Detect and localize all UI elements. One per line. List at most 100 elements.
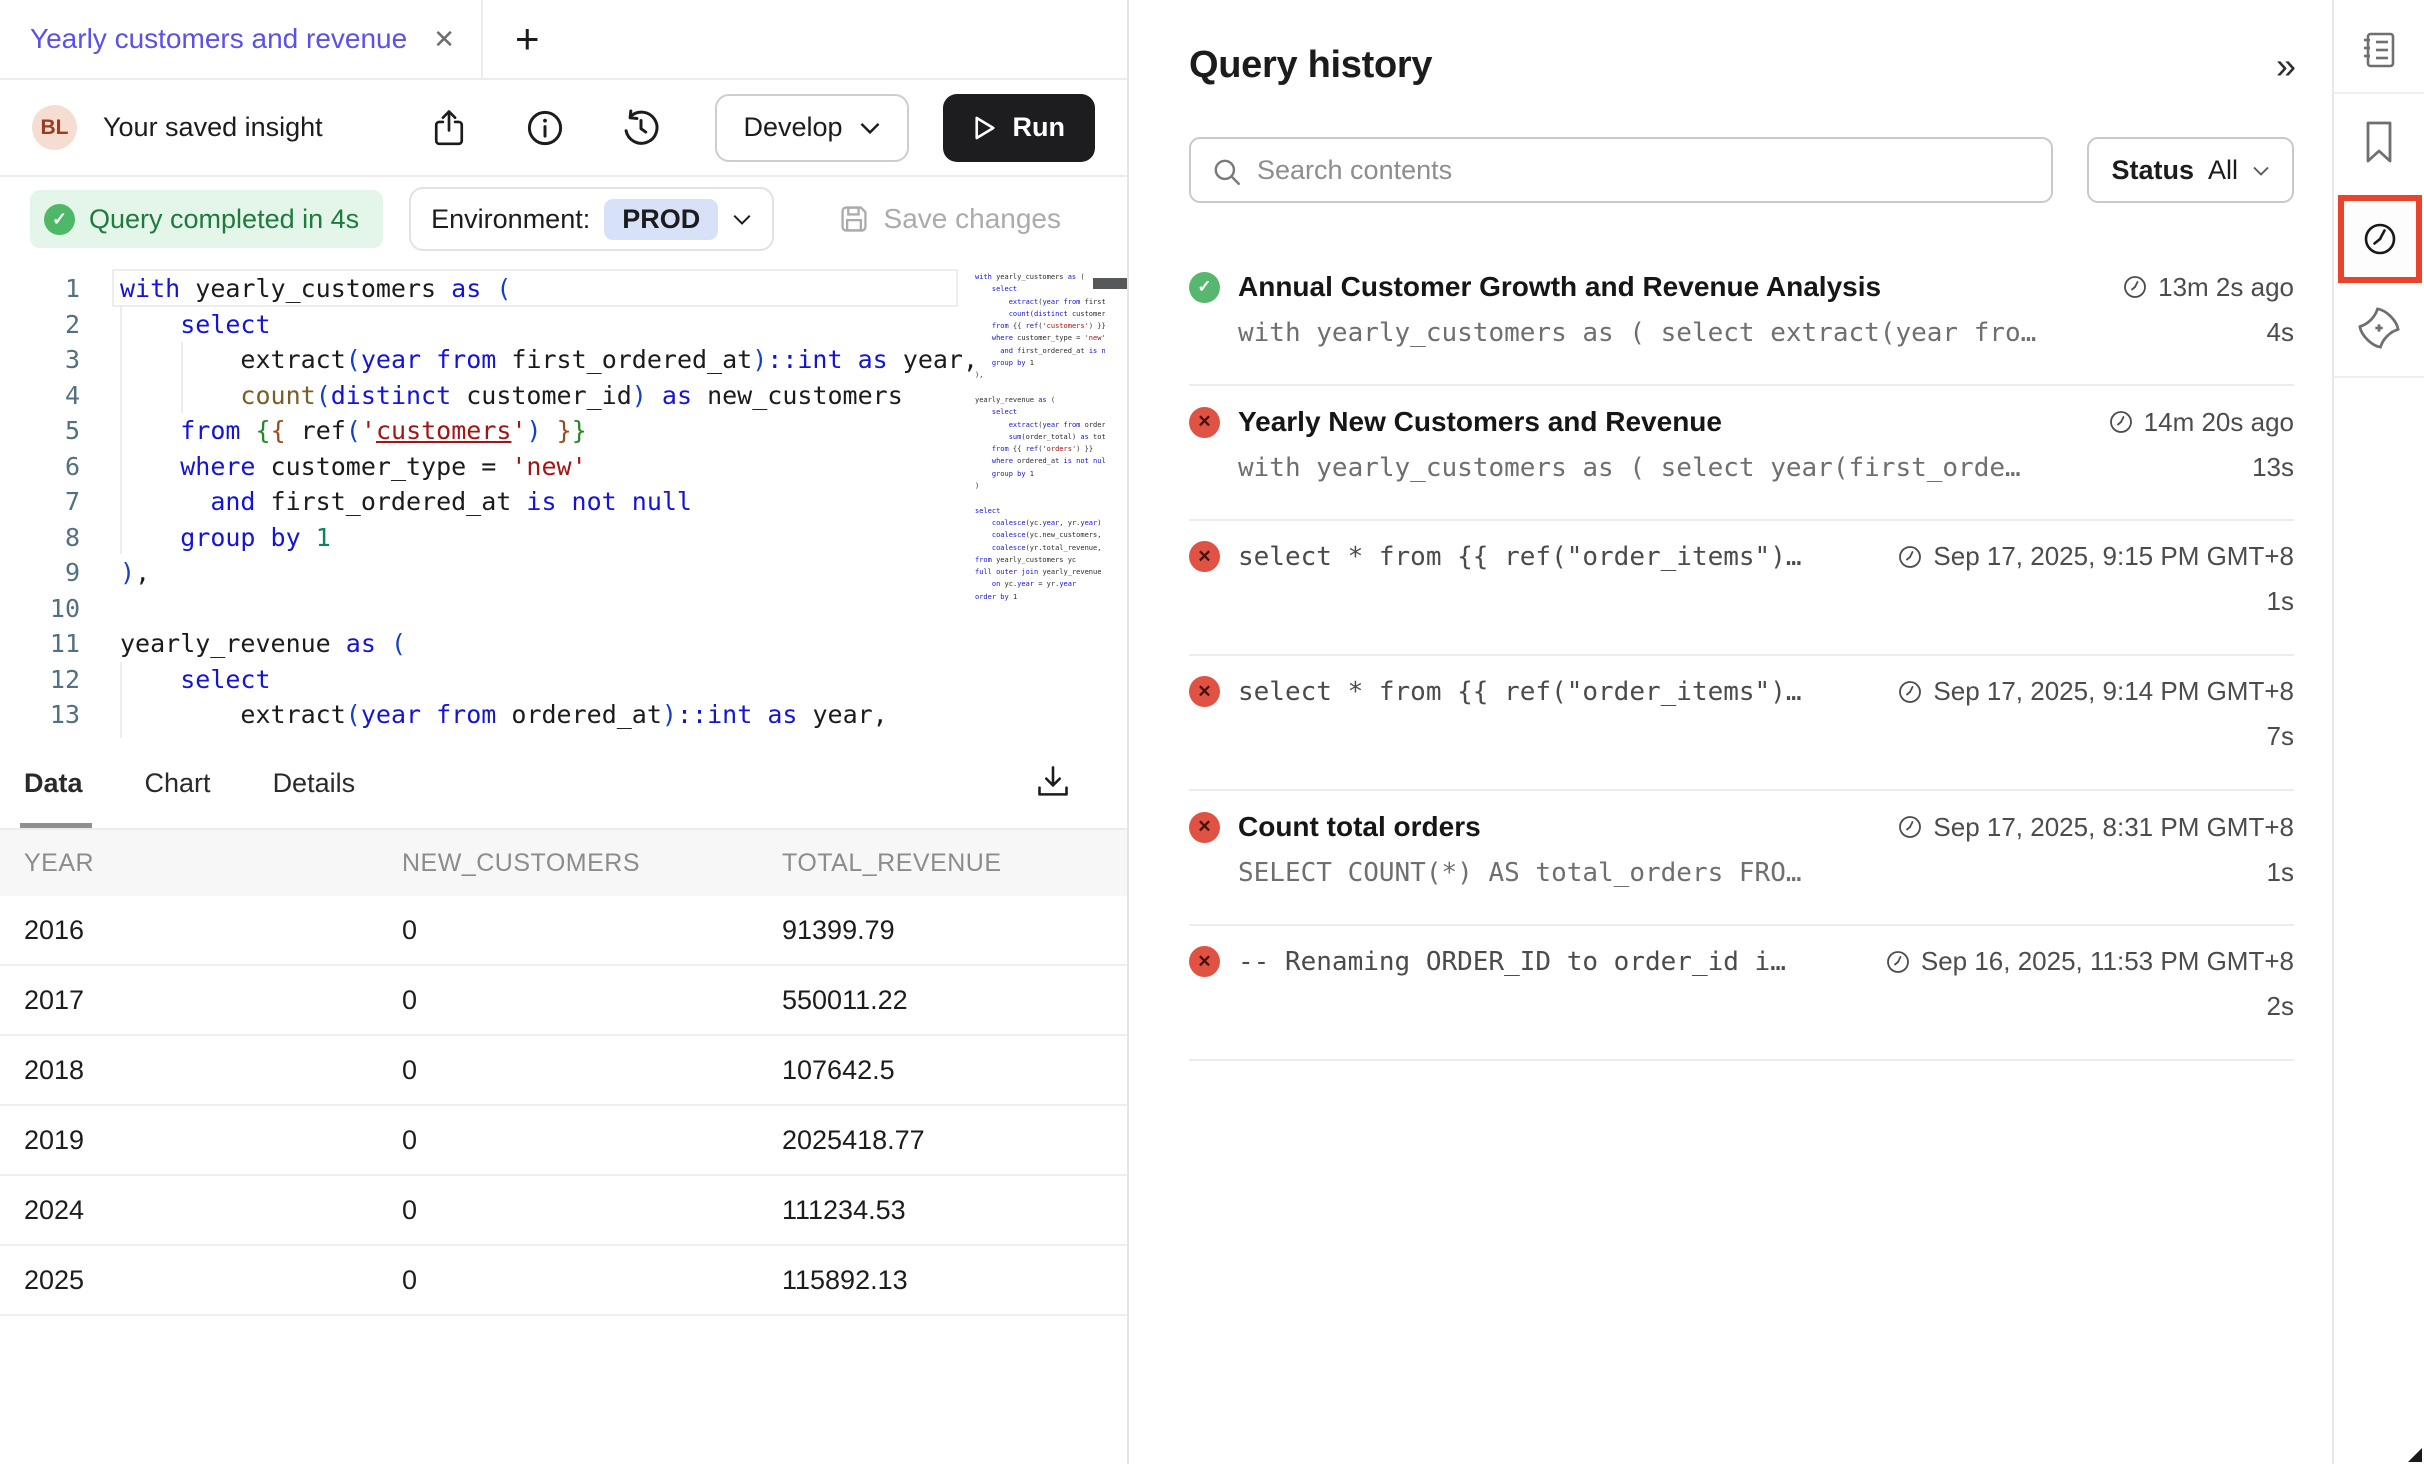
line-number: 9 [0, 555, 80, 590]
query-status-text: Query completed in 4s [89, 204, 359, 235]
column-header: NEW_CUSTOMERS [402, 849, 782, 878]
line-number: 5 [0, 413, 80, 448]
minimap[interactable]: with yearly_customers as ( select extrac… [975, 263, 1105, 738]
share-icon[interactable] [427, 106, 471, 150]
search-input[interactable] [1191, 139, 2051, 201]
query-history-item[interactable]: ✕Yearly New Customers and Revenue14m 20s… [1189, 386, 2294, 521]
minimap-line: order by 1 [975, 591, 1105, 603]
minimap-line: where ordered_at is not null [975, 455, 1105, 467]
workspace-panel: Yearly customers and revenue ✕ + BL Your… [0, 0, 1129, 1464]
query-history-item[interactable]: ✕-- Renaming ORDER_ID to order_id i…Sep … [1189, 926, 2294, 1061]
table-row: 20240111234.53 [0, 1176, 1127, 1246]
line-number: 12 [0, 662, 80, 697]
develop-label: Develop [743, 112, 842, 143]
query-history-item-title: select * from {{ ref("order_items")… [1238, 542, 1802, 572]
tab-title: Yearly customers and revenue [30, 23, 407, 55]
query-history-item-time: 13m 2s ago [2122, 272, 2294, 303]
minimap-line: coalesce(yc.year, yr.year) as year, [975, 517, 1105, 529]
save-changes-label: Save changes [884, 203, 1061, 235]
query-history-tool-active[interactable] [2338, 195, 2422, 283]
query-history-item-duration: 1s [2267, 586, 2294, 617]
window-resize-handle[interactable] [2408, 1448, 2422, 1462]
line-number: 4 [0, 378, 80, 413]
query-history-panel: Query history » Status All ✓Annual Custo… [1131, 0, 2330, 1464]
code-line: where customer_type = 'new' [120, 449, 587, 484]
environment-value-chip: PROD [604, 199, 718, 240]
lineage-icon[interactable] [2334, 300, 2424, 356]
code-line: ), [120, 555, 150, 590]
results-tab-data[interactable]: Data [24, 738, 83, 828]
query-history-item[interactable]: ✕select * from {{ ref("order_items")…Sep… [1189, 656, 2294, 791]
table-cell: 2025418.77 [782, 1125, 1127, 1156]
results-tab-bar: Data Chart Details [0, 738, 1127, 828]
line-number: 7 [0, 484, 80, 519]
download-icon[interactable] [1035, 764, 1071, 800]
minimap-line: coalesce(yc.new_customers, 0) as new_cus… [975, 529, 1105, 541]
table-cell: 2019 [24, 1125, 402, 1156]
line-number: 1 [0, 271, 80, 306]
table-row: 20170550011.22 [0, 966, 1127, 1036]
tab-yearly-customers-and-revenue[interactable]: Yearly customers and revenue ✕ [0, 0, 483, 78]
status-filter-label: Status [2111, 155, 2194, 186]
query-history-item-duration: 13s [2252, 452, 2294, 483]
table-cell: 115892.13 [782, 1265, 1127, 1296]
table-cell: 0 [402, 1125, 782, 1156]
code-line: select [120, 662, 271, 697]
code-line: extract(year from first_ordered_at)::int… [120, 342, 978, 377]
develop-button[interactable]: Develop [715, 94, 908, 162]
query-history-item-time: Sep 17, 2025, 9:15 PM GMT+8 [1897, 541, 2294, 572]
avatar: BL [32, 105, 77, 150]
table-cell: 2018 [24, 1055, 402, 1086]
query-history-item[interactable]: ✓Annual Customer Growth and Revenue Anal… [1189, 251, 2294, 386]
minimap-line: from {{ ref('orders') }} [975, 443, 1105, 455]
status-error-icon: ✕ [1189, 676, 1220, 707]
notebook-icon[interactable] [2334, 22, 2424, 78]
sql-code-editor[interactable]: 12345678910111213 with yearly_customers … [0, 263, 1127, 738]
query-history-item-sql: SELECT COUNT(*) AS total_orders FRO… [1238, 858, 1802, 888]
collapse-panel-icon[interactable]: » [2276, 45, 2294, 87]
query-status-pill: ✓ Query completed in 4s [30, 190, 383, 248]
version-history-icon[interactable] [619, 106, 663, 150]
code-line: select [120, 307, 271, 342]
minimap-line: ), [975, 369, 1105, 381]
run-button[interactable]: Run [943, 94, 1095, 162]
table-cell: 0 [402, 985, 782, 1016]
environment-selector[interactable]: Environment: PROD [409, 187, 774, 251]
table-cell: 111234.53 [782, 1195, 1127, 1226]
table-cell: 550011.22 [782, 985, 1127, 1016]
minimap-line: group by 1 [975, 357, 1105, 369]
query-history-title: Query history [1189, 44, 1432, 87]
query-history-item-sql: with yearly_customers as ( select year(f… [1238, 453, 2021, 483]
tab-close-icon[interactable]: ✕ [433, 24, 455, 55]
tab-bar: Yearly customers and revenue ✕ + [0, 0, 1127, 80]
query-history-item[interactable]: ✕Count total ordersSep 17, 2025, 8:31 PM… [1189, 791, 2294, 926]
minimap-line: ) [975, 480, 1105, 492]
editor-scrollbar-thumb[interactable] [1093, 278, 1127, 289]
line-number: 2 [0, 307, 80, 342]
query-history-item-title: Count total orders [1238, 811, 1481, 843]
results-tab-details[interactable]: Details [273, 738, 356, 828]
table-cell: 0 [402, 1195, 782, 1226]
minimap-line: from {{ ref('customers') }} [975, 320, 1105, 332]
query-history-item[interactable]: ✕select * from {{ ref("order_items")…Sep… [1189, 521, 2294, 656]
divider [2334, 92, 2424, 94]
minimap-line: group by 1 [975, 468, 1105, 480]
query-history-item-time: Sep 16, 2025, 11:53 PM GMT+8 [1885, 946, 2294, 977]
insight-header: BL Your saved insight Devel [0, 80, 1127, 177]
query-history-item-duration: 7s [2267, 721, 2294, 752]
table-cell: 0 [402, 1265, 782, 1296]
bookmark-icon[interactable] [2334, 114, 2424, 170]
minimap-line: extract(year from first_ordered_at)::int… [975, 296, 1105, 308]
save-changes-button[interactable]: Save changes [838, 203, 1061, 235]
results-tab-chart[interactable]: Chart [145, 738, 211, 828]
table-row: 2016091399.79 [0, 896, 1127, 966]
line-number: 10 [0, 591, 80, 626]
minimap-line: full outer join yearly_revenue yr [975, 566, 1105, 578]
status-error-icon: ✕ [1189, 946, 1220, 977]
results-panel: Data Chart Details YEARNEW_CUSTOMERSTOTAL_… [0, 738, 1127, 1316]
query-history-list: ✓Annual Customer Growth and Revenue Anal… [1189, 251, 2294, 1061]
results-table-header: YEARNEW_CUSTOMERSTOTAL_REVENUE [0, 828, 1127, 896]
table-cell: 2016 [24, 915, 402, 946]
status-filter-dropdown[interactable]: Status All [2087, 137, 2294, 203]
info-icon[interactable] [523, 106, 567, 150]
